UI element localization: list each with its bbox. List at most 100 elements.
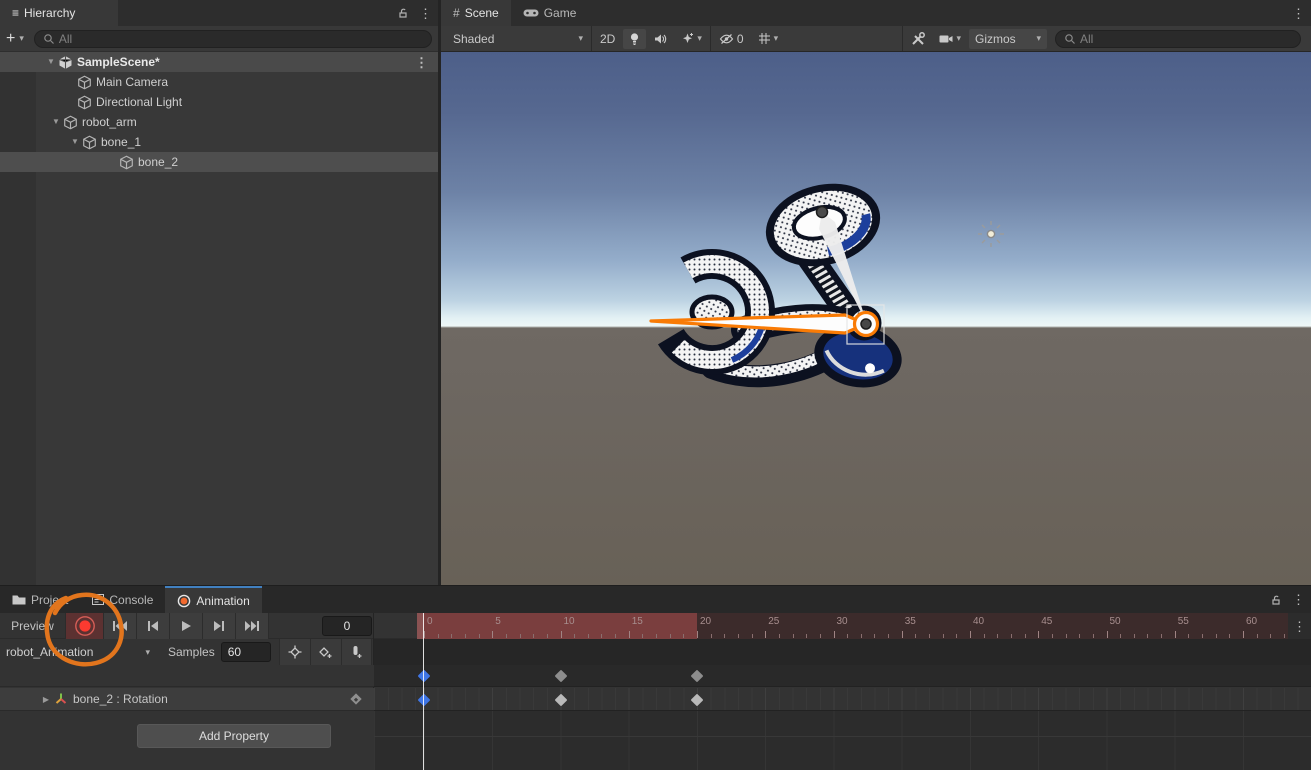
summary-row-left bbox=[0, 665, 374, 687]
dopesheet-summary-track[interactable] bbox=[374, 665, 1311, 687]
chevron-down-icon: ▾ bbox=[956, 34, 961, 43]
effects-star-icon bbox=[681, 32, 694, 45]
hierarchy-search[interactable]: All bbox=[34, 30, 432, 48]
hierarchy-menu-icon[interactable]: ⋮ bbox=[413, 0, 438, 26]
keyframe-target-icon[interactable] bbox=[279, 639, 310, 665]
keyframe-indicator-icon[interactable] bbox=[350, 693, 361, 704]
scene-toolbar: Shaded ▾ 2D ▾ 0 ▾ bbox=[441, 26, 1311, 52]
timeline-ruler[interactable]: 051015202530354045505560 bbox=[417, 613, 1288, 639]
hierarchy-panel: ≡ Hierarchy ⋮ + ▾ All ▼ SampleScene* ⋮ M… bbox=[0, 0, 438, 585]
hierarchy-item-directional-light[interactable]: Directional Light bbox=[0, 92, 438, 112]
grid-settings-button[interactable]: ▾ bbox=[752, 29, 785, 49]
hierarchy-item-label: Main Camera bbox=[96, 72, 168, 92]
camera-settings-button[interactable]: ▾ bbox=[933, 29, 967, 49]
preview-toggle-button[interactable]: Preview bbox=[0, 613, 66, 639]
lock-icon[interactable] bbox=[393, 0, 413, 26]
hierarchy-item-label: robot_arm bbox=[82, 112, 137, 132]
tab-scene-label: Scene bbox=[465, 6, 499, 20]
bone-2-joint bbox=[861, 319, 871, 329]
grid-icon bbox=[758, 32, 771, 45]
scene-panel: # Scene Game ⋮ Shaded ▾ 2D ▾ bbox=[441, 0, 1311, 585]
hierarchy-icon: ≡ bbox=[12, 6, 19, 20]
effects-dropdown-button[interactable]: ▾ bbox=[675, 29, 708, 49]
unity-scene-icon bbox=[58, 55, 73, 70]
hierarchy-item-label: Directional Light bbox=[96, 92, 182, 112]
record-button[interactable] bbox=[66, 613, 104, 639]
hierarchy-scene-header[interactable]: ▼ SampleScene* ⋮ bbox=[0, 52, 438, 72]
scene-search[interactable]: All bbox=[1055, 30, 1301, 48]
create-caret-icon[interactable]: ▾ bbox=[19, 34, 24, 43]
hierarchy-item-main-camera[interactable]: Main Camera bbox=[0, 72, 438, 92]
scene-header-label: SampleScene* bbox=[77, 52, 160, 72]
animation-menu-icon[interactable]: ⋮ bbox=[1286, 586, 1311, 613]
goto-first-keyframe-button[interactable] bbox=[104, 613, 137, 639]
dopesheet-empty-area[interactable] bbox=[374, 711, 1311, 770]
tab-project[interactable]: Project bbox=[0, 586, 80, 613]
clip-name-label: robot_Animation bbox=[6, 645, 93, 659]
tab-game[interactable]: Game bbox=[511, 0, 589, 26]
shading-mode-dropdown[interactable]: Shaded ▾ bbox=[447, 29, 589, 49]
2d-toggle-button[interactable]: 2D bbox=[594, 29, 621, 49]
hierarchy-item-bone-1[interactable]: ▼ bone_1 bbox=[0, 132, 438, 152]
tab-hierarchy[interactable]: ≡ Hierarchy bbox=[0, 0, 118, 26]
dopesheet-menu-strip: ⋮ bbox=[1288, 613, 1311, 639]
camera-icon bbox=[939, 34, 953, 44]
property-row-label: bone_2 : Rotation bbox=[73, 692, 168, 706]
dopesheet-header-area bbox=[374, 639, 1311, 665]
tab-animation-label: Animation bbox=[196, 594, 249, 608]
hierarchy-search-placeholder: All bbox=[59, 32, 72, 46]
scene-search-placeholder: All bbox=[1080, 32, 1093, 46]
foldout-closed-icon[interactable]: ▶ bbox=[38, 695, 54, 704]
next-keyframe-button[interactable] bbox=[203, 613, 236, 639]
chevron-down-icon: ▾ bbox=[578, 34, 583, 43]
cube-icon bbox=[77, 95, 92, 110]
robot-arm-sprite bbox=[636, 172, 907, 394]
bone-1-joint bbox=[817, 207, 828, 218]
hierarchy-item-bone-2[interactable]: bone_2 bbox=[0, 152, 438, 172]
search-icon bbox=[1064, 33, 1076, 45]
hierarchy-item-robot-arm[interactable]: ▼ robot_arm bbox=[0, 112, 438, 132]
current-frame-field[interactable]: 0 bbox=[322, 616, 372, 636]
hierarchy-tree: ▼ SampleScene* ⋮ Main Camera Directional… bbox=[0, 52, 438, 585]
add-keyframe-icon[interactable] bbox=[310, 639, 341, 665]
scene-tabbar: # Scene Game ⋮ bbox=[441, 0, 1311, 26]
previous-keyframe-button[interactable] bbox=[137, 613, 170, 639]
goto-last-keyframe-button[interactable] bbox=[236, 613, 269, 639]
samples-field[interactable]: 60 bbox=[221, 642, 271, 662]
add-property-button[interactable]: Add Property bbox=[137, 724, 331, 748]
gizmos-dropdown[interactable]: Gizmos ▾ bbox=[969, 29, 1047, 49]
scene-menu-icon[interactable]: ⋮ bbox=[409, 52, 434, 72]
dopesheet-rotation-track[interactable] bbox=[374, 688, 1311, 711]
scene-viewport[interactable] bbox=[441, 52, 1311, 585]
clip-dropdown[interactable]: robot_Animation ▾ bbox=[0, 645, 160, 659]
foldout-icon[interactable]: ▼ bbox=[68, 132, 82, 152]
hierarchy-item-label: bone_2 bbox=[138, 152, 178, 172]
scene-menu-icon[interactable]: ⋮ bbox=[1286, 0, 1311, 26]
playhead[interactable] bbox=[423, 613, 424, 770]
scene-content bbox=[441, 52, 1311, 585]
animation-record-icon bbox=[177, 594, 191, 608]
clip-range-highlight bbox=[417, 613, 697, 639]
play-button[interactable] bbox=[170, 613, 203, 639]
dopesheet-menu-icon[interactable]: ⋮ bbox=[1287, 620, 1311, 633]
scene-visibility-button[interactable]: 0 bbox=[713, 29, 750, 49]
create-button[interactable]: + bbox=[6, 31, 15, 47]
tab-project-label: Project bbox=[31, 593, 68, 607]
property-row[interactable]: ▶ bone_2 : Rotation bbox=[0, 688, 374, 711]
tab-console[interactable]: Console bbox=[80, 586, 165, 613]
foldout-icon[interactable]: ▼ bbox=[49, 112, 63, 132]
editor-tools-button[interactable] bbox=[905, 29, 931, 49]
console-icon bbox=[92, 594, 104, 605]
shading-mode-label: Shaded bbox=[453, 32, 494, 46]
lock-icon[interactable] bbox=[1266, 586, 1286, 613]
hidden-count-label: 0 bbox=[737, 32, 744, 46]
lighting-toggle-button[interactable] bbox=[623, 29, 646, 49]
audio-toggle-button[interactable] bbox=[648, 29, 673, 49]
tab-scene[interactable]: # Scene bbox=[441, 0, 511, 26]
foldout-icon[interactable]: ▼ bbox=[44, 52, 58, 72]
hierarchy-item-label: bone_1 bbox=[101, 132, 141, 152]
add-event-icon[interactable] bbox=[341, 639, 372, 665]
tab-animation[interactable]: Animation bbox=[165, 586, 261, 613]
folder-icon bbox=[12, 594, 26, 605]
search-icon bbox=[43, 33, 55, 45]
